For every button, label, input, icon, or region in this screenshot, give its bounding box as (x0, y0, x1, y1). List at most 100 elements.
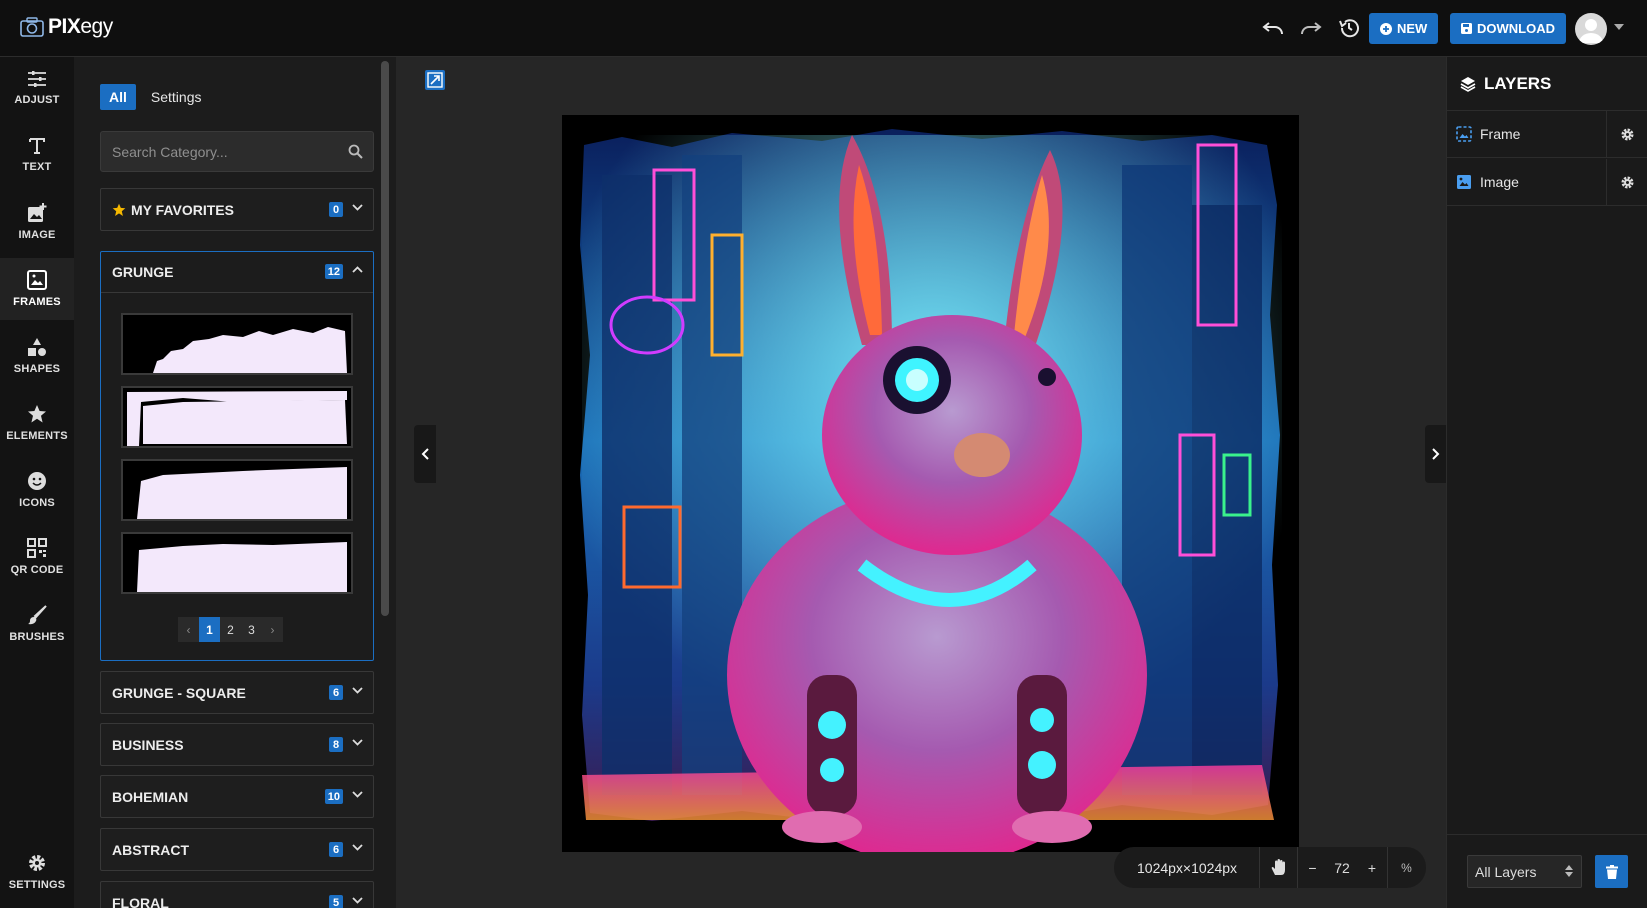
frame-thumbnail[interactable] (121, 532, 353, 594)
search-icon[interactable] (348, 144, 363, 159)
avatar[interactable] (1575, 13, 1607, 45)
rail-label: ELEMENTS (6, 430, 68, 442)
frame-thumbnail[interactable] (121, 313, 353, 375)
rail-label: ADJUST (14, 94, 60, 106)
gear-icon (1621, 176, 1633, 188)
rail-label: SETTINGS (8, 879, 66, 891)
rail-item-text[interactable]: TEXT (0, 124, 74, 186)
layer-item-image[interactable]: Image (1447, 159, 1647, 206)
layer-item-frame[interactable]: Frame (1447, 111, 1647, 158)
search-input[interactable] (101, 132, 373, 171)
rail-item-qr-code[interactable]: QR CODE (0, 526, 74, 588)
count-badge: 6 (329, 842, 343, 857)
download-button[interactable]: DOWNLOAD (1450, 13, 1566, 44)
tab-settings[interactable]: Settings (142, 84, 211, 110)
category-title-text: MY FAVORITES (131, 202, 234, 218)
category-title: FLORAL (112, 895, 169, 908)
pagination-next[interactable]: › (262, 617, 283, 642)
panel-tabs: All Settings (100, 84, 210, 110)
layer-settings-button[interactable] (1606, 159, 1647, 205)
chevron-down-icon (352, 791, 363, 798)
rail-label: TEXT (22, 161, 52, 173)
chevron-down-icon (352, 844, 363, 851)
rail-item-image[interactable]: IMAGE (0, 191, 74, 253)
category-grunge: GRUNGE 12 (100, 251, 374, 661)
panel-scrollbar[interactable] (381, 61, 389, 616)
star-icon (28, 405, 46, 423)
pan-tool-button[interactable] (1259, 847, 1297, 888)
caret-down-icon[interactable] (1614, 24, 1624, 30)
canvas-fit-button[interactable] (425, 70, 445, 90)
hand-icon (1271, 859, 1285, 875)
category-title: GRUNGE - SQUARE (112, 685, 246, 701)
rail-label: QR CODE (10, 564, 64, 576)
pagination-page[interactable]: 1 (199, 617, 220, 642)
tab-all[interactable]: All (100, 84, 136, 110)
rail-item-adjust[interactable]: ADJUST (0, 57, 74, 119)
smiley-icon (28, 472, 46, 490)
category-title: BUSINESS (112, 737, 184, 753)
save-icon (1461, 23, 1472, 34)
pagination-page[interactable]: 2 (220, 617, 241, 642)
pagination: ‹ 1 2 3 › (178, 617, 283, 642)
category-title-text: BUSINESS (112, 737, 184, 753)
layer-filter-select[interactable]: All Layers (1467, 855, 1582, 888)
zoom-in-button[interactable]: + (1357, 847, 1387, 888)
collapse-right-panel-button[interactable] (1425, 425, 1447, 483)
frame-icon (1456, 126, 1472, 142)
category-grunge-square[interactable]: GRUNGE - SQUARE 6 (100, 671, 374, 714)
category-grunge-header[interactable]: GRUNGE 12 (101, 252, 373, 293)
rail-item-shapes[interactable]: SHAPES (0, 325, 74, 387)
undo-icon[interactable] (1261, 14, 1285, 42)
pagination-page[interactable]: 3 (241, 617, 262, 642)
camera-icon (20, 17, 44, 37)
history-icon[interactable] (1337, 14, 1361, 42)
redo-icon[interactable] (1299, 14, 1323, 42)
category-my-favorites[interactable]: MY FAVORITES 0 (100, 188, 374, 231)
category-title: GRUNGE (112, 264, 173, 280)
top-bar: PIXegy NEW DOWNLOAD (0, 0, 1647, 57)
chevron-down-icon (352, 204, 363, 211)
rail-item-settings[interactable]: SETTINGS (0, 841, 74, 903)
image-icon (1457, 175, 1471, 189)
search-box (100, 131, 374, 172)
new-button-label: NEW (1397, 21, 1428, 36)
category-title-text: FLORAL (112, 895, 169, 908)
select-arrows-icon (1565, 865, 1573, 877)
cyberpunk-rabbit-illustration (562, 115, 1299, 852)
gear-icon (1621, 128, 1633, 140)
rail-item-frames[interactable]: FRAMES (0, 258, 74, 320)
canvas-artwork[interactable] (562, 115, 1299, 852)
new-button[interactable]: NEW (1369, 13, 1439, 44)
tool-rail: ADJUST TEXT IMAGE FRAMES SHAPES ELEMENTS… (0, 57, 74, 908)
sliders-icon (28, 71, 46, 87)
delete-layer-button[interactable] (1595, 855, 1628, 888)
rail-item-brushes[interactable]: BRUSHES (0, 593, 74, 655)
zoom-percent-button[interactable]: % (1387, 847, 1425, 888)
rail-label: ICONS (19, 497, 55, 509)
rail-item-icons[interactable]: ICONS (0, 459, 74, 521)
category-bohemian[interactable]: BOHEMIAN 10 (100, 775, 374, 818)
layer-settings-button[interactable] (1606, 111, 1647, 157)
plus-circle-icon (1380, 22, 1392, 35)
pagination-prev[interactable]: ‹ (178, 617, 199, 642)
rail-item-elements[interactable]: ELEMENTS (0, 392, 74, 454)
category-abstract[interactable]: ABSTRACT 6 (100, 828, 374, 871)
frame-thumbnail[interactable] (121, 459, 353, 521)
frame-thumbnail-graphic (137, 467, 347, 519)
category-title: BOHEMIAN (112, 789, 188, 805)
chevron-down-icon (352, 687, 363, 694)
collapse-left-panel-button[interactable] (414, 425, 436, 483)
category-floral[interactable]: FLORAL 5 (100, 881, 374, 908)
frame-thumbnail-graphic (127, 391, 347, 446)
zoom-level[interactable]: 72 (1327, 847, 1357, 888)
image-add-icon (28, 203, 47, 222)
count-badge: 10 (324, 789, 343, 804)
frame-thumbnail[interactable] (121, 386, 353, 448)
app-logo[interactable]: PIXegy (20, 15, 113, 39)
trash-icon (1605, 864, 1618, 879)
zoom-out-button[interactable]: − (1297, 847, 1327, 888)
category-business[interactable]: BUSINESS 8 (100, 723, 374, 766)
resize-icon (427, 72, 443, 88)
layer-filter-value: All Layers (1475, 863, 1537, 880)
